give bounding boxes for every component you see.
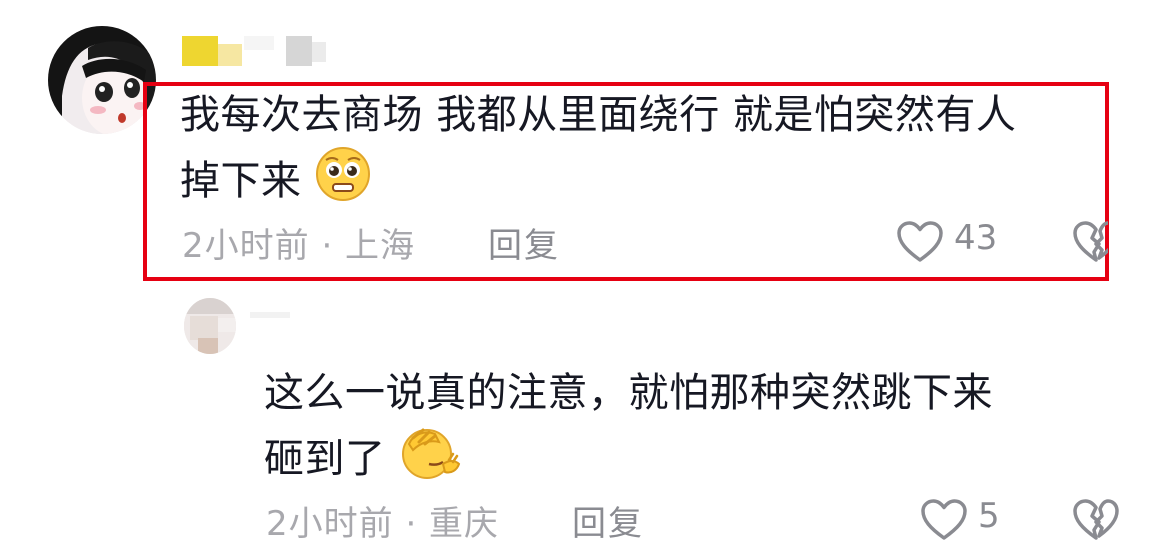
blurred-avatar-image	[184, 298, 236, 354]
like-count: 43	[954, 218, 998, 258]
dislike-button[interactable]	[1072, 218, 1108, 264]
pleading-face-emoji	[315, 146, 371, 220]
comment-text-line-1: 我每次去商场 我都从里面绕行 就是怕突然有人	[180, 92, 1017, 138]
like-button[interactable]: 5	[920, 496, 1010, 542]
avatar[interactable]	[48, 26, 156, 134]
heart-icon	[897, 221, 943, 262]
reply-button[interactable]: 回复	[572, 496, 644, 545]
comment-text-line-2: 掉下来	[180, 146, 371, 220]
comment-text-line-2-text: 砸到了	[264, 436, 386, 482]
comment-text-line-2-text: 掉下来	[180, 158, 302, 204]
anime-girl-avatar-image	[48, 26, 156, 134]
like-count: 5	[978, 496, 1000, 536]
username[interactable]	[250, 312, 290, 318]
comment-item: 我每次去商场 我都从里面绕行 就是怕突然有人 掉下来 2小时前 · 上海 回复 …	[0, 0, 1170, 290]
heart-icon	[921, 499, 967, 540]
dislike-button[interactable]	[1072, 496, 1122, 542]
comment-text-line-2: 砸到了	[264, 424, 463, 498]
comment-meta: 2小时前 · 重庆	[266, 504, 500, 544]
avatar[interactable]	[184, 298, 236, 354]
comment-meta: 2小时前 · 上海	[182, 226, 416, 266]
reply-comment-item: 这么一说真的注意，就怕那种突然跳下来 砸到了 2小时前 · 重庆 回复 5	[0, 290, 1170, 546]
broken-heart-icon	[1073, 499, 1119, 540]
reply-button[interactable]: 回复	[488, 218, 560, 267]
facepalm-icon	[401, 428, 460, 479]
like-button[interactable]: 43	[896, 218, 1006, 264]
pleading-face-icon	[315, 147, 370, 201]
facepalm-emoji	[399, 424, 463, 498]
comment-text-line-1: 这么一说真的注意，就怕那种突然跳下来	[264, 370, 993, 416]
username[interactable]	[182, 36, 342, 66]
broken-heart-icon	[1073, 221, 1108, 262]
